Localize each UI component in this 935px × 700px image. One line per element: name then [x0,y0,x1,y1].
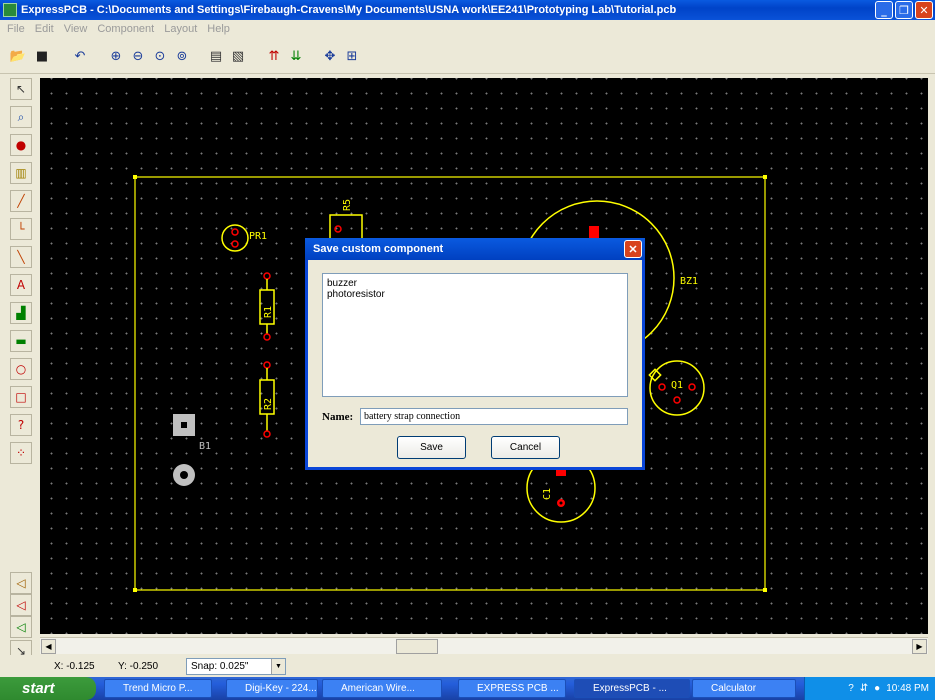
taskbar: start Trend Micro P... Digi-Key - 224...… [0,677,935,700]
battery-b1: B1 [173,414,211,486]
scroll-left-icon[interactable]: ◀ [41,639,56,654]
pr1-label: PR1 [249,231,267,242]
component-tool-icon[interactable]: ▥ [10,162,32,184]
trace-tool-icon[interactable]: ╱ [10,190,32,212]
close-button[interactable]: ✕ [915,1,933,19]
dialog-close-icon[interactable]: ✕ [624,240,642,258]
task-expresspcb[interactable]: ExpressPCB - ... [574,679,690,698]
bottom-layer-icon[interactable]: ⇊ [286,46,306,66]
zoom-tool-icon[interactable]: ⌕ [10,106,32,128]
menu-layout[interactable]: Layout [159,23,202,35]
tool-palette: ↖ ⌕ ● ▥ ╱ └ ╲ A ▟ ▬ ○ □ ? ⁘ ◁ ◁ ◁ ↘ [8,78,34,662]
save-icon[interactable]: ■ [32,46,52,66]
dialog-title-bar: Save custom component ✕ [305,238,645,260]
system-tray: ? ⇵ ● 10:48 PM [804,677,935,700]
tray-help-icon[interactable]: ? [848,683,854,694]
component-list[interactable]: buzzer photoresistor [322,273,628,397]
top-layer-icon[interactable]: ⇈ [264,46,284,66]
window-title: ExpressPCB - C:\Documents and Settings\F… [21,4,677,16]
center-icon[interactable]: ⊞ [342,46,362,66]
zoom-area-icon[interactable]: ⊙ [150,46,170,66]
task-express-pcb-doc[interactable]: EXPRESS PCB ... [458,679,566,698]
c1-label: C1 [542,488,553,500]
transistor-q1: Q1 [648,360,705,416]
undo-icon[interactable]: ↶ [70,46,90,66]
list-item[interactable]: buzzer [327,278,623,289]
task-digikey[interactable]: Digi-Key - 224... [226,679,318,698]
properties-icon[interactable]: ▤ [206,46,226,66]
menu-help[interactable]: Help [202,23,235,35]
component-icon[interactable]: ▧ [228,46,248,66]
y-coordinate: Y: -0.250 [118,660,159,672]
tray-network-icon[interactable]: ⇵ [860,683,868,694]
list-item[interactable]: photoresistor [327,289,623,300]
circle-tool-icon[interactable]: ○ [10,358,32,380]
b1-label: B1 [199,441,211,452]
app-icon [3,3,17,17]
r5-label: R5 [342,199,353,211]
rectangle-tool-icon[interactable]: □ [10,386,32,408]
menu-edit[interactable]: Edit [30,23,59,35]
layer-silk-icon[interactable]: ◁ [10,616,32,638]
minimize-button[interactable]: _ [875,1,893,19]
scroll-right-icon[interactable]: ▶ [912,639,927,654]
clock: 10:48 PM [886,683,929,694]
name-label: Name: [322,411,354,423]
save-button[interactable]: Save [397,436,466,459]
snap-select[interactable]: Snap: 0.025" ▼ [186,658,286,675]
x-coordinate: X: -0.125 [54,660,95,672]
zoom-in-icon[interactable]: ⊕ [106,46,126,66]
text-tool-icon[interactable]: A [10,274,32,296]
scroll-thumb[interactable] [396,639,438,654]
menu-view[interactable]: View [59,23,93,35]
fill-tool-icon[interactable]: ▟ [10,302,32,324]
save-component-dialog: Save custom component ✕ buzzer photoresi… [305,238,645,470]
photoresistor-pr1: PR1 [221,224,267,252]
snap-value: Snap: 0.025" [191,661,249,672]
query-tool-icon[interactable]: ? [10,414,32,436]
r1-label: R1 [263,306,274,318]
layer-bottom-icon[interactable]: ◁ [10,594,32,616]
task-trend-micro[interactable]: Trend Micro P... [104,679,212,698]
r2-label: R2 [263,398,274,410]
vertical-scrollbar[interactable] [928,78,935,636]
menu-bar: File Edit View Component Layout Help [0,20,935,38]
task-american-wire[interactable]: American Wire... [322,679,442,698]
start-button[interactable]: start [0,677,96,700]
zoom-fit-icon[interactable]: ⊚ [172,46,192,66]
resistor-r1: R1 [259,272,275,341]
status-bar: X: -0.125 Y: -0.250 Snap: 0.025" ▼ [0,655,935,677]
bz1-label: BZ1 [680,276,698,287]
menu-component[interactable]: Component [92,23,159,35]
restore-button[interactable]: ❐ [895,1,913,19]
open-icon[interactable]: 📂 [8,46,28,66]
netlist-tool-icon[interactable]: ⁘ [10,442,32,464]
tray-messenger-icon[interactable]: ● [874,683,880,694]
toolbar: 📂 ■ ↶ ⊕ ⊖ ⊙ ⊚ ▤ ▧ ⇈ ⇊ ✥ ⊞ [0,38,935,74]
pad-tool-icon[interactable]: ● [10,134,32,156]
task-calculator[interactable]: Calculator [692,679,796,698]
horizontal-scrollbar[interactable]: ◀ ▶ [40,637,928,654]
zoom-out-icon[interactable]: ⊖ [128,46,148,66]
move-icon[interactable]: ✥ [320,46,340,66]
q1-label: Q1 [671,380,683,391]
select-tool-icon[interactable]: ↖ [10,78,32,100]
cancel-button[interactable]: Cancel [491,436,560,459]
resistor-r2: R2 [259,361,275,438]
dialog-title: Save custom component [313,243,444,255]
resistor-r5: R5 [329,199,363,242]
name-field[interactable]: battery strap connection [360,408,628,425]
plane-tool-icon[interactable]: ▬ [10,330,32,352]
layer-top-icon[interactable]: ◁ [10,572,32,594]
chevron-down-icon[interactable]: ▼ [271,659,285,674]
menu-file[interactable]: File [2,23,30,35]
diagonal-trace-tool-icon[interactable]: ╲ [10,246,32,268]
title-bar: ExpressPCB - C:\Documents and Settings\F… [0,0,935,20]
corner-trace-tool-icon[interactable]: └ [10,218,32,240]
